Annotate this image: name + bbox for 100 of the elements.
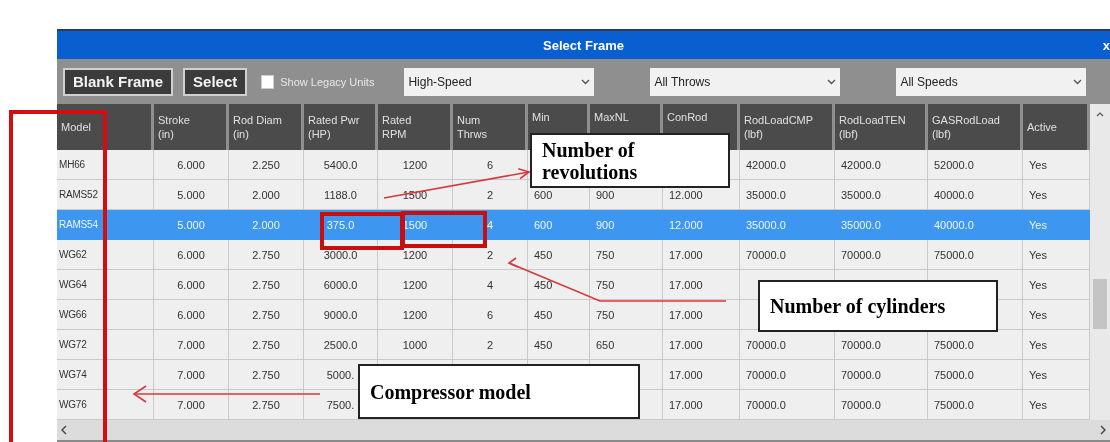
- table-cell: Yes: [1023, 390, 1090, 420]
- column-header[interactable]: GASRodLoad (lbf): [932, 113, 1000, 141]
- column-header[interactable]: Model: [61, 120, 91, 134]
- table-cell: 42000.0: [835, 150, 928, 180]
- table-cell: 70000.0: [740, 330, 835, 360]
- table-cell: 6.000: [154, 240, 229, 270]
- table-cell: 4: [453, 270, 528, 300]
- table-cell: 1000: [378, 330, 453, 360]
- model-cell[interactable]: WG76: [57, 390, 154, 420]
- table-cell: 7.000: [154, 390, 229, 420]
- table-cell: Yes: [1023, 270, 1090, 300]
- checkbox-label: Show Legacy Units: [280, 75, 375, 88]
- column-header[interactable]: Rated Pwr (HP): [308, 113, 360, 141]
- table-cell: 2: [453, 240, 528, 270]
- table-cell: 35000.0: [835, 180, 928, 210]
- column-header[interactable]: Rod Diam (in): [233, 113, 282, 141]
- column-header[interactable]: Min: [532, 110, 550, 124]
- column-header[interactable]: ConRod: [667, 110, 708, 124]
- table-cell: 6.000: [154, 150, 229, 180]
- column-header[interactable]: Stroke (in): [158, 113, 190, 141]
- table-cell: 2.750: [229, 360, 304, 390]
- table-cell: 70000.0: [740, 360, 835, 390]
- window-title: Select Frame: [543, 37, 624, 53]
- table-cell: Yes: [1023, 210, 1090, 240]
- table-cell: 450: [528, 240, 590, 270]
- scroll-right-icon[interactable]: [1100, 425, 1106, 435]
- table-cell: 17.000: [663, 330, 740, 360]
- table-cell: 1188.0: [304, 180, 378, 210]
- table-cell: 750: [590, 240, 663, 270]
- toolbar-button[interactable]: Blank Frame: [63, 67, 174, 96]
- table-cell: 750: [590, 300, 663, 330]
- chevron-down-icon: [581, 78, 591, 85]
- table-cell: 2.750: [229, 300, 304, 330]
- table-cell: 35000.0: [835, 210, 928, 240]
- table-cell: 2500.0: [304, 330, 378, 360]
- table-cell: 600: [528, 210, 590, 240]
- column-header[interactable]: MaxNL: [594, 110, 629, 124]
- close-button[interactable]: x: [1102, 38, 1110, 53]
- model-cell[interactable]: MH66: [57, 150, 154, 180]
- scroll-up-icon[interactable]: [1096, 112, 1104, 117]
- table-cell: 6000.0: [304, 270, 378, 300]
- table-cell: 5400.0: [304, 150, 378, 180]
- dropdown[interactable]: All Throws: [650, 67, 841, 96]
- column-header[interactable]: RodLoadCMP (lbf): [744, 113, 814, 141]
- table-cell: 75000.0: [928, 360, 1023, 390]
- horizontal-scrollbar[interactable]: [57, 420, 1110, 440]
- dropdown[interactable]: All Speeds: [896, 67, 1087, 96]
- table-cell: 5.000: [154, 210, 229, 240]
- table-cell: 52000.0: [928, 150, 1023, 180]
- model-cell[interactable]: WG66: [57, 300, 154, 330]
- model-cell[interactable]: WG72: [57, 330, 154, 360]
- model-cell[interactable]: WG62: [57, 240, 154, 270]
- vertical-scrollbar[interactable]: [1090, 104, 1110, 420]
- toolbar-button[interactable]: Select: [183, 67, 248, 96]
- table-cell: 6: [453, 300, 528, 330]
- table-cell: 2.250: [229, 150, 304, 180]
- table-cell: 6.000: [154, 270, 229, 300]
- table-cell: 9000.0: [304, 300, 378, 330]
- table-cell: 2.000: [229, 210, 304, 240]
- column-header[interactable]: RodLoadTEN (lbf): [839, 113, 906, 141]
- table-cell: 7.000: [154, 360, 229, 390]
- table-cell: 17.000: [663, 270, 740, 300]
- scroll-left-icon[interactable]: [61, 425, 67, 435]
- model-cell[interactable]: RAMS52: [57, 180, 154, 210]
- model-cell[interactable]: WG74: [57, 360, 154, 390]
- table-cell: 2.750: [229, 330, 304, 360]
- table-cell: 42000.0: [740, 150, 835, 180]
- callout-label: Compressor model: [358, 364, 640, 419]
- table-cell: 900: [590, 210, 663, 240]
- table-cell: 12.000: [663, 210, 740, 240]
- table-cell: 650: [590, 330, 663, 360]
- table-cell: 6: [453, 150, 528, 180]
- table-cell: 2: [453, 180, 528, 210]
- table-cell: 2.750: [229, 270, 304, 300]
- dropdown[interactable]: High-Speed: [404, 67, 595, 96]
- table-cell: 35000.0: [740, 180, 835, 210]
- table-cell: 40000.0: [928, 210, 1023, 240]
- column-header[interactable]: Num Thrws: [457, 113, 487, 141]
- chevron-down-icon: [827, 78, 837, 85]
- table-cell: Yes: [1023, 180, 1090, 210]
- table-cell: 70000.0: [835, 360, 928, 390]
- callout-label: Number of cylinders: [758, 280, 998, 332]
- table-cell: 70000.0: [835, 390, 928, 420]
- table-cell: 2.750: [229, 390, 304, 420]
- column-header[interactable]: Active: [1027, 120, 1057, 134]
- checkbox[interactable]: [261, 74, 275, 89]
- column-header[interactable]: Rated RPM: [382, 113, 412, 141]
- table-cell: 70000.0: [835, 240, 928, 270]
- table-cell: 2.750: [229, 240, 304, 270]
- table-cell: 35000.0: [740, 210, 835, 240]
- table-cell: 17.000: [663, 360, 740, 390]
- table-cell: Yes: [1023, 330, 1090, 360]
- model-cell[interactable]: WG64: [57, 270, 154, 300]
- table-cell: 17.000: [663, 300, 740, 330]
- table-cell: 450: [528, 300, 590, 330]
- table-cell: 5.000: [154, 180, 229, 210]
- table-cell: 1200: [378, 300, 453, 330]
- table-cell: 17.000: [663, 390, 740, 420]
- scrollbar-thumb[interactable]: [1093, 279, 1107, 329]
- chevron-down-icon: [1073, 78, 1083, 85]
